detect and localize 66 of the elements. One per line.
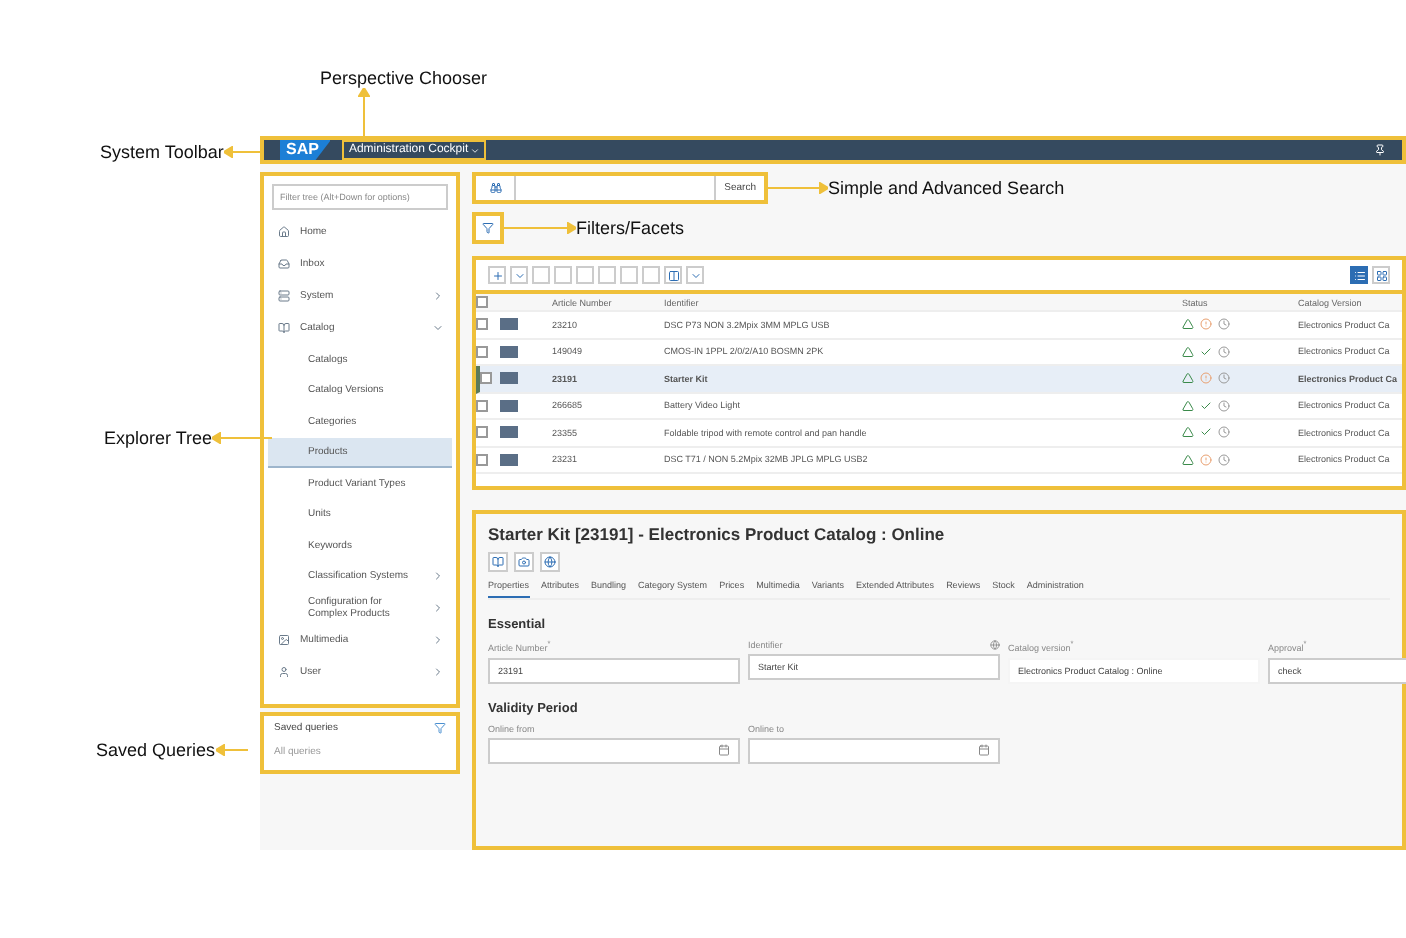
triangle-icon bbox=[1182, 318, 1194, 331]
columns-button[interactable] bbox=[664, 266, 682, 284]
expand-icon[interactable] bbox=[432, 290, 444, 302]
callout-label: Filters/Facets bbox=[576, 218, 685, 238]
triangle-icon bbox=[1182, 426, 1194, 439]
editor-action-button[interactable] bbox=[488, 552, 508, 572]
date-field[interactable] bbox=[748, 737, 1000, 763]
tree-item-icon bbox=[278, 290, 290, 302]
editor-action-button[interactable] bbox=[540, 552, 560, 572]
callout-label: Saved Queries bbox=[96, 740, 216, 760]
tree-item-icon bbox=[278, 633, 290, 645]
triangle-icon bbox=[1182, 345, 1194, 358]
filter-icon[interactable] bbox=[434, 722, 446, 734]
clock-icon bbox=[1218, 345, 1230, 358]
collapse-icon[interactable] bbox=[432, 322, 444, 334]
date-field[interactable] bbox=[488, 737, 740, 763]
caret-icon bbox=[470, 145, 481, 155]
checkbox[interactable] bbox=[476, 296, 488, 308]
checkbox[interactable] bbox=[476, 426, 488, 439]
tree-item-icon bbox=[278, 322, 290, 334]
tree-item-icon bbox=[278, 258, 290, 270]
clock-icon bbox=[1218, 372, 1230, 385]
checkbox[interactable] bbox=[476, 318, 488, 331]
clock-icon bbox=[1218, 318, 1230, 331]
checkbox[interactable] bbox=[476, 345, 488, 358]
columns-icon bbox=[667, 269, 679, 281]
globe-icon[interactable] bbox=[990, 640, 1000, 650]
editor-action-button[interactable] bbox=[514, 552, 534, 572]
triangle-icon bbox=[1182, 372, 1194, 385]
clock-icon bbox=[1218, 453, 1230, 466]
expand-icon[interactable] bbox=[432, 633, 444, 645]
triangle-icon bbox=[1182, 453, 1194, 466]
triangle-icon bbox=[1182, 399, 1194, 412]
callout-label: Explorer Tree bbox=[104, 428, 213, 448]
grid-icon bbox=[1375, 269, 1387, 281]
list-view-button[interactable] bbox=[1350, 266, 1368, 284]
callout-label: Simple and Advanced Search bbox=[828, 178, 1065, 198]
tree-item-icon bbox=[278, 226, 290, 238]
dropdown-button[interactable] bbox=[510, 266, 528, 284]
callout-label: System Toolbar bbox=[100, 142, 224, 162]
binoculars-icon bbox=[489, 182, 501, 194]
calendar-icon bbox=[978, 744, 990, 756]
callout-arrow bbox=[504, 222, 576, 234]
add-button[interactable] bbox=[488, 266, 506, 284]
list-icon bbox=[1353, 269, 1365, 281]
expand-icon[interactable] bbox=[432, 570, 444, 583]
checkbox[interactable] bbox=[476, 399, 488, 412]
clock-icon bbox=[1218, 426, 1230, 439]
callout-label: Perspective Chooser bbox=[320, 68, 488, 88]
expand-icon[interactable] bbox=[432, 601, 444, 614]
grid-view-button[interactable] bbox=[1372, 266, 1390, 284]
filter-icon bbox=[482, 222, 494, 234]
clock-icon bbox=[1218, 399, 1230, 412]
expand-icon[interactable] bbox=[432, 665, 444, 677]
callout-arrow bbox=[215, 744, 248, 756]
caret-icon bbox=[689, 269, 701, 281]
editor-title: Starter Kit [23191] - Electronics Product Catalog : Online bbox=[488, 524, 947, 544]
tree-item-icon bbox=[278, 665, 290, 677]
checkbox[interactable] bbox=[480, 372, 492, 385]
caret-icon bbox=[513, 269, 525, 281]
pin-icon[interactable] bbox=[1374, 144, 1386, 156]
calendar-icon bbox=[718, 744, 730, 756]
checkbox[interactable] bbox=[476, 453, 488, 466]
logo: SAP bbox=[280, 140, 331, 160]
filter-button[interactable] bbox=[472, 212, 504, 244]
plus-icon bbox=[491, 269, 503, 281]
